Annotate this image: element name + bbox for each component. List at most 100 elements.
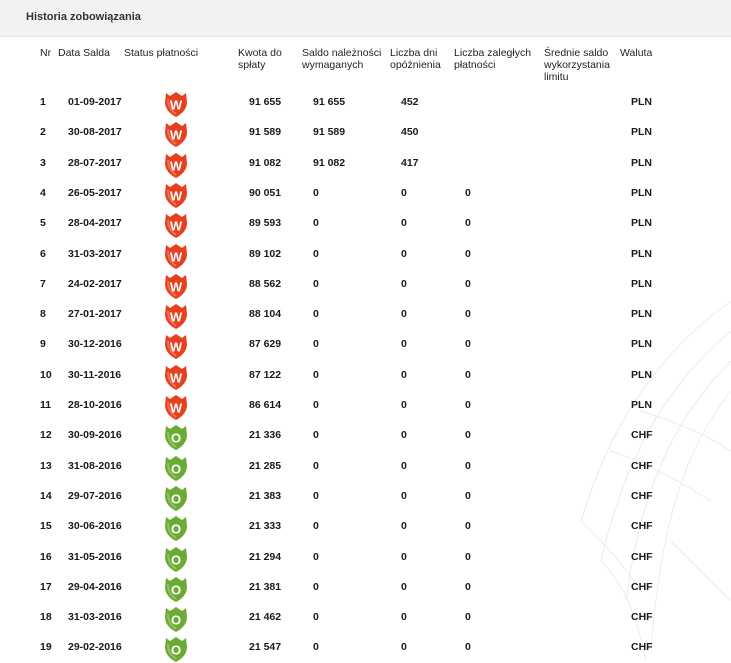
badge-letter: O xyxy=(171,552,181,567)
row-amount: 89 102 xyxy=(249,247,282,260)
row-currency: PLN xyxy=(631,96,652,108)
col-header-date: Data Salda xyxy=(58,47,110,59)
row-currency: CHF xyxy=(631,489,653,502)
row-currency: PLN xyxy=(631,277,652,290)
badge-letter: W xyxy=(170,249,183,264)
table-row: 1 01-09-2017 91 655 91 655 452 PLN W xyxy=(0,87,731,117)
row-date: 28-10-2016 xyxy=(68,399,122,411)
row-amount: 21 285 xyxy=(249,459,282,472)
row-nr: 13 xyxy=(40,459,52,472)
table-row: 14 29-07-2016 21 383 0 0 0 CHF O xyxy=(0,481,731,511)
row-due-balance: 91 082 xyxy=(313,156,346,169)
row-days-late: 0 xyxy=(401,308,407,321)
row-nr: 12 xyxy=(40,429,52,442)
row-nr: 8 xyxy=(40,308,46,321)
row-due-balance: 0 xyxy=(313,308,319,321)
row-nr: 4 xyxy=(40,186,46,199)
row-date: 24-02-2017 xyxy=(68,277,122,290)
badge-letter: W xyxy=(170,401,183,416)
table-row: 17 29-04-2016 21 381 0 0 0 CHF O xyxy=(0,572,731,602)
red-shield-w-icon: W xyxy=(163,151,189,179)
row-days-late: 0 xyxy=(401,217,407,230)
badge-letter: W xyxy=(170,340,183,355)
row-date: 26-05-2017 xyxy=(68,186,122,199)
row-date: 30-12-2016 xyxy=(68,338,122,351)
row-due-balance: 0 xyxy=(313,489,319,502)
row-overdue-count: 0 xyxy=(465,217,471,230)
row-days-late: 0 xyxy=(401,247,407,260)
badge-letter: O xyxy=(171,582,181,597)
row-nr: 1 xyxy=(40,96,46,108)
red-shield-w-icon: W xyxy=(163,393,189,421)
row-currency: CHF xyxy=(631,611,653,624)
row-currency: CHF xyxy=(631,580,653,593)
row-due-balance: 0 xyxy=(313,429,319,442)
row-nr: 2 xyxy=(40,126,46,139)
row-due-balance: 0 xyxy=(313,338,319,351)
table-row: 13 31-08-2016 21 285 0 0 0 CHF O xyxy=(0,451,731,481)
table-row: 16 31-05-2016 21 294 0 0 0 CHF O xyxy=(0,542,731,572)
red-shield-w-icon: W xyxy=(163,363,189,391)
row-days-late: 417 xyxy=(401,156,419,169)
row-currency: PLN xyxy=(631,156,652,169)
panel-header: Historia zobowiązania xyxy=(0,0,731,37)
row-amount: 21 333 xyxy=(249,520,282,533)
green-shield-o-icon: O xyxy=(163,605,189,633)
row-nr: 11 xyxy=(40,399,52,411)
row-nr: 15 xyxy=(40,520,52,533)
green-shield-o-icon: O xyxy=(163,514,189,542)
badge-letter: W xyxy=(170,128,183,143)
row-days-late: 0 xyxy=(401,429,407,442)
badge-letter: O xyxy=(171,431,181,446)
col-header-nr: Nr xyxy=(40,47,52,59)
table-row: 3 28-07-2017 91 082 91 082 417 PLN W xyxy=(0,148,731,178)
table-row: 11 28-10-2016 86 614 0 0 0 PLN W xyxy=(0,390,731,420)
row-days-late: 0 xyxy=(401,611,407,624)
table-row: 8 27-01-2017 88 104 0 0 0 PLN W xyxy=(0,299,731,330)
row-amount: 21 383 xyxy=(249,489,282,502)
row-overdue-count: 0 xyxy=(465,520,471,533)
row-overdue-count: 0 xyxy=(465,338,471,351)
row-overdue-count: 0 xyxy=(465,399,471,411)
red-shield-w-icon: W xyxy=(163,242,189,270)
table-row: 12 30-09-2016 21 336 0 0 0 CHF O xyxy=(0,420,731,451)
row-due-balance: 0 xyxy=(313,368,319,381)
row-currency: PLN xyxy=(631,217,652,230)
row-due-balance: 0 xyxy=(313,459,319,472)
row-due-balance: 0 xyxy=(313,247,319,260)
badge-letter: O xyxy=(171,491,181,506)
row-date: 30-06-2016 xyxy=(68,520,122,533)
row-overdue-count: 0 xyxy=(465,247,471,260)
row-overdue-count: 0 xyxy=(465,429,471,442)
row-amount: 90 051 xyxy=(249,186,282,199)
row-date: 30-11-2016 xyxy=(68,368,122,381)
row-nr: 9 xyxy=(40,338,46,351)
col-header-avg-usage: Średnie saldo wykorzystania limitu xyxy=(544,47,610,83)
row-amount: 87 629 xyxy=(249,338,282,351)
table-row: 19 29-02-2016 21 547 0 0 0 CHF O xyxy=(0,632,731,663)
row-days-late: 0 xyxy=(401,368,407,381)
badge-letter: W xyxy=(170,98,183,113)
row-days-late: 0 xyxy=(401,489,407,502)
row-nr: 14 xyxy=(40,489,52,502)
row-amount: 88 562 xyxy=(249,277,282,290)
row-overdue-count: 0 xyxy=(465,550,471,563)
badge-letter: W xyxy=(170,188,183,203)
row-due-balance: 0 xyxy=(313,520,319,533)
badge-letter: O xyxy=(171,613,181,628)
row-date: 31-03-2016 xyxy=(68,611,122,624)
col-header-amount: Kwota do spłaty xyxy=(238,47,282,71)
row-due-balance: 0 xyxy=(313,277,319,290)
row-days-late: 0 xyxy=(401,550,407,563)
row-overdue-count: 0 xyxy=(465,308,471,321)
badge-letter: O xyxy=(171,461,181,476)
row-currency: CHF xyxy=(631,520,653,533)
row-due-balance: 0 xyxy=(313,641,319,654)
table-row: 9 30-12-2016 87 629 0 0 0 PLN W xyxy=(0,329,731,360)
row-amount: 21 462 xyxy=(249,611,282,624)
row-nr: 7 xyxy=(40,277,46,290)
row-currency: PLN xyxy=(631,399,652,411)
row-date: 31-05-2016 xyxy=(68,550,122,563)
row-currency: PLN xyxy=(631,368,652,381)
row-date: 31-03-2017 xyxy=(68,247,122,260)
